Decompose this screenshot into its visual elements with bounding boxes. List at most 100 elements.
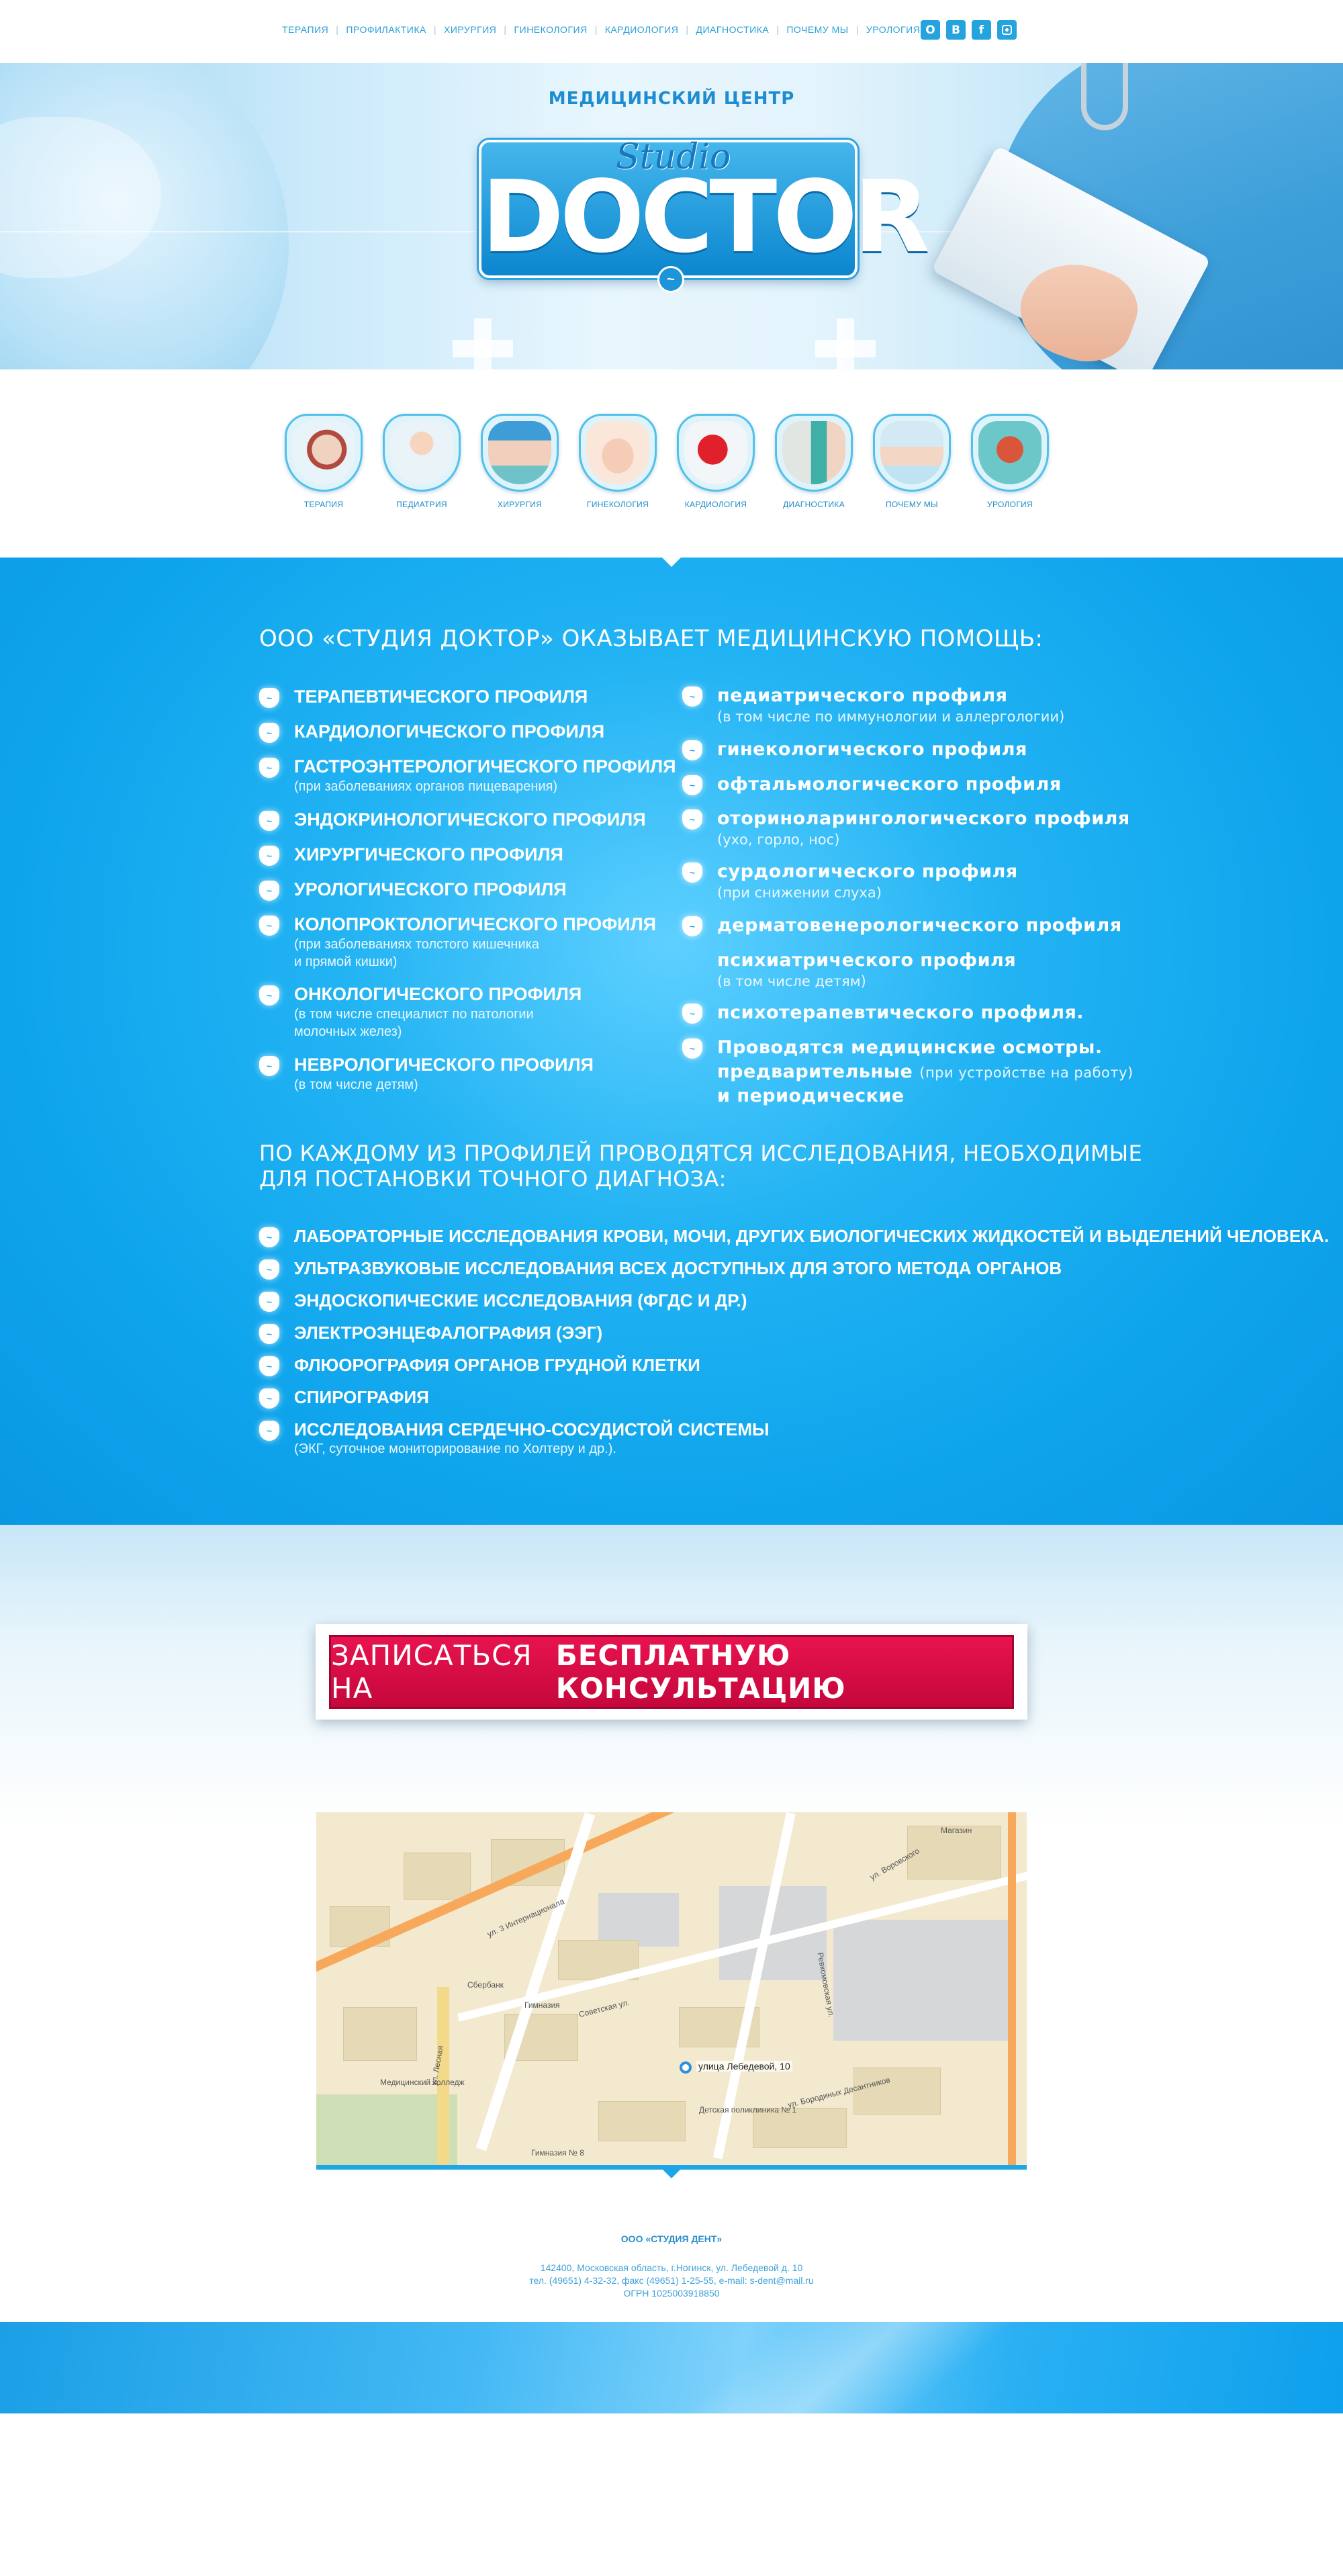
page: ТЕРАПИЯ | ПРОФИЛАКТИКА | ХИРУРГИЯ | ГИНЕКОЛ… [0,0,1343,2576]
service-title: ТЕРАПЕВТИЧЕСКОГО ПРОФИЛЯ [294,686,588,707]
service-note: (при заболеваниях органов пищеварения) [294,779,558,794]
cta-text-light: ЗАПИСАТЬСЯ НА [331,1639,532,1705]
category-label: ДИАГНОСТИКА [783,500,845,509]
nav-separator: | [594,24,598,35]
social-links: О B f [921,20,1017,40]
top-navigation: ТЕРАПИЯ | ПРОФИЛАКТИКА | ХИРУРГИЯ | ГИНЕКОЛ… [0,0,1343,63]
pulse-shield-icon: ~ [682,1004,702,1024]
map-road [1008,1812,1016,2165]
category-gynecology[interactable]: ГИНЕКОЛОГИЯ [577,414,658,509]
research-heading: ПО КАЖДОМУ ИЗ ПРОФИЛЕЙ ПРОВОДЯТСЯ ИССЛЕД… [259,1141,1142,1192]
nav-link-urology[interactable]: УРОЛОГИЯ [866,24,921,35]
pulse-shield-icon: ~ [259,758,279,778]
heart-icon [677,414,755,492]
service-title-line2: предварительные (при устройстве на работ… [717,1061,1133,1082]
category-surgery[interactable]: ХИРУРГИЯ [479,414,560,509]
location-map[interactable]: ул. 3 Интернационала ул. Лесная Советска… [316,1812,1027,2165]
nav-link-prevention[interactable]: ПРОФИЛАКТИКА [346,24,426,35]
service-title: КАРДИОЛОГИЧЕСКОГО ПРОФИЛЯ [294,721,605,742]
category-label: ХИРУРГИЯ [497,500,543,509]
category-cardiology[interactable]: КАРДИОЛОГИЯ [676,414,756,509]
map-block [404,1853,471,1900]
studio-doctor-logo[interactable]: DOCTOR Studio ~ [479,137,930,293]
nav-link-diagnostics[interactable]: ДИАГНОСТИКА [696,24,770,35]
pulse-shield-icon: ~ [259,1324,279,1344]
service-title: ЭНДОКРИНОЛОГИЧЕСКОГО ПРОФИЛЯ [294,809,646,830]
pulse-shield-icon: ~ [259,1421,279,1441]
service-title: КОЛОПРОКТОЛОГИЧЕСКОГО ПРОФИЛЯ [294,914,657,934]
map-block [853,2068,941,2115]
pulse-shield-icon: ~ [259,1356,279,1376]
nav-link-gynecology[interactable]: ГИНЕКОЛОГИЯ [514,24,588,35]
nav-separator: | [686,24,689,35]
service-title: сурдологического профиля [717,861,1018,882]
service-title: гинекологического профиля [717,739,1027,760]
kidney-icon [971,414,1049,492]
category-urology[interactable]: УРОЛОГИЯ [970,414,1050,509]
service-note: (в том числе по иммунологии и аллерголог… [717,709,1065,725]
pulse-shield-icon: ~ [259,1259,279,1280]
map-block [343,2007,417,2061]
location-pin-icon[interactable] [680,2061,692,2074]
service-note: (в том числе детям) [294,1077,418,1092]
ok-icon[interactable]: О [921,20,940,40]
services-intro: ООО «СТУДИЯ ДОКТОР» ОКАЗЫВАЕТ МЕДИЦИНСКУ… [259,625,1044,652]
facebook-icon[interactable]: f [972,20,991,40]
checkup-note: (при устройстве на работу) [919,1065,1133,1081]
service-note: (ухо, горло, нос) [717,832,840,848]
nav-separator: | [855,24,859,35]
category-pediatrics[interactable]: ПЕДИАТРИЯ [381,414,462,509]
category-diagnostics[interactable]: ДИАГНОСТИКА [774,414,854,509]
footer-contacts-line: тел. (49651) 4-32-32, факс (49651) 1-25-… [529,2275,814,2286]
category-label: КАРДИОЛОГИЯ [684,500,747,509]
band-light-rays [557,2322,1121,2413]
service-title: ОНКОЛОГИЧЕСКОГО ПРОФИЛЯ [294,984,582,1004]
bottom-decorative-band [0,2322,1343,2413]
service-note: (в том числе специалист по патологии [294,1007,534,1022]
vk-icon[interactable]: B [946,20,966,40]
pulse-shield-icon: ~ [682,775,702,795]
service-title: ХИРУРГИЧЕСКОГО ПРОФИЛЯ [294,844,563,864]
pulse-shield-icon: ~ [682,862,702,883]
map-place-label: Магазин [941,1826,972,1835]
section-notch [662,548,681,558]
instagram-icon[interactable] [997,20,1017,40]
doctor-icon [873,414,951,492]
nav-link-cardiology[interactable]: КАРДИОЛОГИЯ [605,24,679,35]
hero-banner: МЕДИЦИНСКИЙ ЦЕНТР DOCTOR Studio ~ [0,63,1343,369]
research-title: ИССЛЕДОВАНИЯ СЕРДЕЧНО-СОСУДИСТОЙ СИСТЕМЫ [294,1419,770,1439]
service-title: офтальмологического профиля [717,774,1062,795]
cross-decoration [453,340,513,357]
section-notch [662,558,681,567]
pulse-shield-icon: ~ [259,846,279,866]
nav-link-why-us[interactable]: ПОЧЕМУ МЫ [786,24,848,35]
service-note: (в том числе детям) [717,973,866,989]
map-block [598,2101,686,2141]
category-therapy[interactable]: ТЕРАПИЯ [283,414,364,509]
category-label: ТЕРАПИЯ [304,500,344,509]
pulse-shield-icon: ~ [682,740,702,760]
nav-link-therapy[interactable]: ТЕРАПИЯ [282,24,328,35]
pulse-shield-icon: ~ [259,881,279,901]
service-title: ГАСТРОЭНТЕРОЛОГИЧЕСКОГО ПРОФИЛЯ [294,756,676,776]
pulse-shield-icon: ~ [259,811,279,831]
category-why-us[interactable]: ПОЧЕМУ МЫ [872,414,952,509]
category-strip: ТЕРАПИЯ ПЕДИАТРИЯ ХИРУРГИЯ ГИНЕКОЛОГИЯ К… [0,369,1343,558]
pulse-shield-icon: ~ [259,1056,279,1076]
pulse-shield-icon: ~ [259,985,279,1006]
footer-company: ООО «СТУДИЯ ДЕНТ» [620,2233,723,2244]
section-notch [662,2169,681,2178]
category-label: УРОЛОГИЯ [987,500,1033,509]
research-title: СПИРОГРАФИЯ [294,1387,429,1407]
service-title: Проводятся медицинские осмотры. [717,1037,1103,1058]
service-note: (при заболеваниях толстого кишечника [294,937,539,952]
service-title-line3: и периодические [717,1085,905,1106]
research-heading-line: ДЛЯ ПОСТАНОВКИ ТОЧНОГО ДИАГНОЗА: [259,1166,727,1192]
service-note: молочных желез) [294,1024,402,1039]
service-title: психиатрического профиля [717,950,1017,971]
pulse-shield-icon: ~ [259,1227,279,1247]
map-street-label: Советская ул. [577,1997,631,2020]
research-title: ЭНДОСКОПИЧЕСКИЕ ИССЛЕДОВАНИЯ (ФГДС И ДР.… [294,1290,747,1311]
free-consultation-button[interactable]: ЗАПИСАТЬСЯ НА БЕСПЛАТНУЮ КОНСУЛЬТАЦИЮ [329,1635,1014,1709]
nav-link-surgery[interactable]: ХИРУРГИЯ [444,24,496,35]
